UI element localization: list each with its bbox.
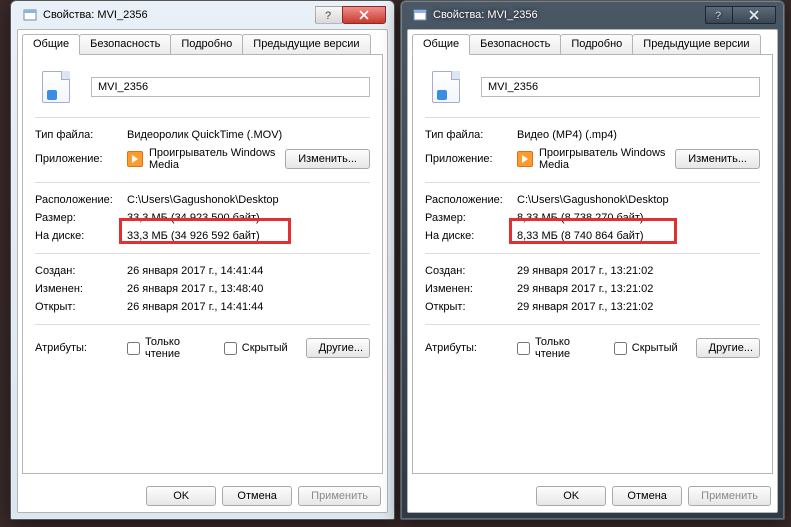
ok-button[interactable]: OK bbox=[536, 486, 606, 506]
titlebar[interactable]: Свойства: MVI_2356 ? bbox=[17, 1, 388, 29]
filetype-value: Видео (MP4) (.mp4) bbox=[517, 129, 760, 141]
ondisk-label: На диске: bbox=[35, 230, 127, 242]
modified-value: 26 января 2017 г., 13:48:40 bbox=[127, 283, 370, 295]
hidden-checkbox[interactable]: Скрытый bbox=[614, 342, 678, 355]
tab-security[interactable]: Безопасность bbox=[469, 34, 561, 55]
cancel-button[interactable]: Отмена bbox=[612, 486, 682, 506]
app-label: Приложение: bbox=[35, 153, 127, 165]
filetype-value: Видеоролик QuickTime (.MOV) bbox=[127, 129, 370, 141]
tab-details[interactable]: Подробно bbox=[170, 34, 243, 55]
file-type-icon bbox=[35, 68, 77, 106]
created-label: Создан: bbox=[35, 265, 127, 277]
window-icon bbox=[413, 8, 427, 22]
readonly-label: Только чтение bbox=[535, 336, 596, 360]
modified-label: Изменен: bbox=[35, 283, 127, 295]
location-label: Расположение: bbox=[35, 194, 127, 206]
hidden-label: Скрытый bbox=[632, 342, 678, 354]
ondisk-value: 8,33 МБ (8 740 864 байт) bbox=[517, 230, 760, 242]
cancel-button[interactable]: Отмена bbox=[222, 486, 292, 506]
location-value: C:\Users\Gagushonok\Desktop bbox=[517, 194, 760, 206]
help-button[interactable]: ? bbox=[315, 6, 343, 24]
size-value: 8,33 МБ (8 738 270 байт) bbox=[517, 212, 760, 224]
tab-details[interactable]: Подробно bbox=[560, 34, 633, 55]
apply-button[interactable]: Применить bbox=[298, 486, 381, 506]
window-title: Свойства: MVI_2356 bbox=[433, 9, 706, 21]
tab-security[interactable]: Безопасность bbox=[79, 34, 171, 55]
dialog-footer: OK Отмена Применить bbox=[18, 478, 387, 512]
created-value: 29 января 2017 г., 13:21:02 bbox=[517, 265, 760, 277]
app-label: Приложение: bbox=[425, 153, 517, 165]
ondisk-value: 33,3 МБ (34 926 592 байт) bbox=[127, 230, 370, 242]
svg-text:?: ? bbox=[715, 11, 721, 19]
filetype-label: Тип файла: bbox=[35, 129, 127, 141]
wmp-icon bbox=[127, 151, 143, 167]
close-button[interactable] bbox=[342, 6, 386, 24]
accessed-label: Открыт: bbox=[425, 301, 517, 313]
other-attrs-button[interactable]: Другие... bbox=[306, 338, 370, 358]
tab-body-general: Тип файла: Видеоролик QuickTime (.MOV) П… bbox=[22, 54, 383, 474]
accessed-value: 29 января 2017 г., 13:21:02 bbox=[517, 301, 760, 313]
location-value: C:\Users\Gagushonok\Desktop bbox=[127, 194, 370, 206]
window-body: Общие Безопасность Подробно Предыдущие в… bbox=[17, 29, 388, 513]
tabstrip: Общие Безопасность Подробно Предыдущие в… bbox=[22, 34, 383, 55]
size-label: Размер: bbox=[425, 212, 517, 224]
location-label: Расположение: bbox=[425, 194, 517, 206]
window-icon bbox=[23, 8, 37, 22]
change-app-button[interactable]: Изменить... bbox=[285, 149, 370, 169]
tab-previous[interactable]: Предыдущие версии bbox=[242, 34, 370, 55]
titlebar[interactable]: Свойства: MVI_2356 ? bbox=[407, 1, 778, 29]
modified-label: Изменен: bbox=[425, 283, 517, 295]
tabstrip: Общие Безопасность Подробно Предыдущие в… bbox=[412, 34, 773, 55]
other-attrs-button[interactable]: Другие... bbox=[696, 338, 760, 358]
file-type-icon bbox=[425, 68, 467, 106]
accessed-label: Открыт: bbox=[35, 301, 127, 313]
filename-input[interactable] bbox=[91, 77, 370, 97]
properties-window-left: Свойства: MVI_2356 ? Общие Безопасность … bbox=[10, 0, 395, 520]
tab-body-general: Тип файла: Видео (MP4) (.mp4) Приложение… bbox=[412, 54, 773, 474]
tab-general[interactable]: Общие bbox=[412, 34, 470, 55]
size-label: Размер: bbox=[35, 212, 127, 224]
wmp-icon bbox=[517, 151, 533, 167]
created-value: 26 января 2017 г., 14:41:44 bbox=[127, 265, 370, 277]
ondisk-label: На диске: bbox=[425, 230, 517, 242]
window-title: Свойства: MVI_2356 bbox=[43, 9, 316, 21]
properties-window-right: Свойства: MVI_2356 ? Общие Безопасность … bbox=[400, 0, 785, 520]
readonly-checkbox[interactable]: Только чтение bbox=[517, 336, 596, 360]
tab-previous[interactable]: Предыдущие версии bbox=[632, 34, 760, 55]
apply-button[interactable]: Применить bbox=[688, 486, 771, 506]
modified-value: 29 января 2017 г., 13:21:02 bbox=[517, 283, 760, 295]
attrs-label: Атрибуты: bbox=[35, 342, 127, 354]
attrs-label: Атрибуты: bbox=[425, 342, 517, 354]
readonly-checkbox[interactable]: Только чтение bbox=[127, 336, 206, 360]
dialog-footer: OK Отмена Применить bbox=[408, 478, 777, 512]
created-label: Создан: bbox=[425, 265, 517, 277]
ok-button[interactable]: OK bbox=[146, 486, 216, 506]
size-value: 33,3 МБ (34 923 500 байт) bbox=[127, 212, 370, 224]
accessed-value: 26 января 2017 г., 14:41:44 bbox=[127, 301, 370, 313]
filetype-label: Тип файла: bbox=[425, 129, 517, 141]
hidden-checkbox[interactable]: Скрытый bbox=[224, 342, 288, 355]
hidden-label: Скрытый bbox=[242, 342, 288, 354]
app-value: Проигрыватель Windows Media bbox=[539, 147, 675, 171]
filename-input[interactable] bbox=[481, 77, 760, 97]
app-value: Проигрыватель Windows Media bbox=[149, 147, 285, 171]
tab-general[interactable]: Общие bbox=[22, 34, 80, 55]
help-button[interactable]: ? bbox=[705, 6, 733, 24]
window-body: Общие Безопасность Подробно Предыдущие в… bbox=[407, 29, 778, 513]
change-app-button[interactable]: Изменить... bbox=[675, 149, 760, 169]
close-button[interactable] bbox=[732, 6, 776, 24]
readonly-label: Только чтение bbox=[145, 336, 206, 360]
svg-text:?: ? bbox=[325, 11, 331, 19]
